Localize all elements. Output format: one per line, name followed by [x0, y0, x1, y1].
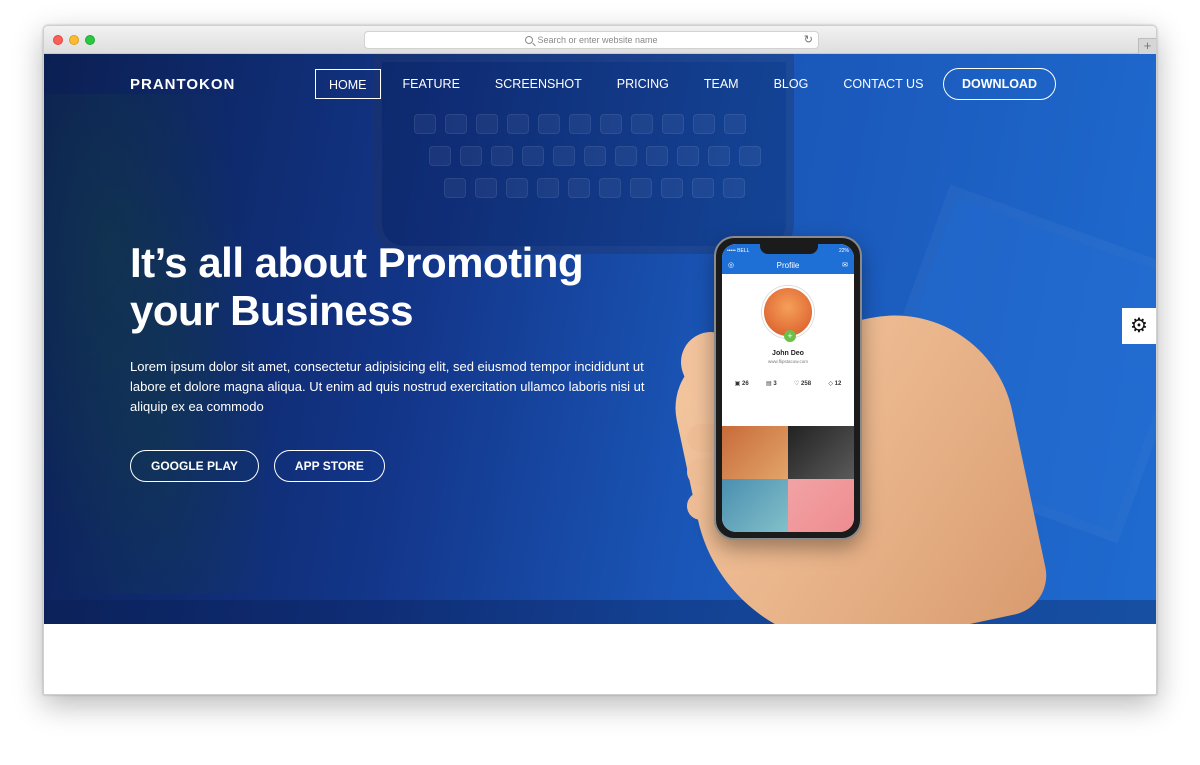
main-nav: HOME FEATURE SCREENSHOT PRICING TEAM BLO…: [315, 69, 945, 99]
address-placeholder: Search or enter website name: [537, 35, 658, 45]
profile-stats: ▣ 26 ▤ 3 ♡ 258 ◇ 12: [722, 380, 854, 387]
profile-site: www.flipstacow.com: [767, 359, 808, 364]
phone-notch: [760, 244, 818, 254]
key-row: [444, 178, 745, 200]
hero-buttons: GOOGLE PLAY APP STORE: [130, 450, 385, 482]
stat-likes: 258: [801, 381, 812, 387]
nav-blog[interactable]: BLOG: [761, 69, 822, 99]
close-window-button[interactable]: [53, 35, 63, 45]
photo-tile: [788, 479, 854, 532]
nav-home[interactable]: HOME: [315, 69, 381, 99]
tag-icon: ◇ 12: [828, 381, 842, 387]
gear-icon[interactable]: ⚙: [1122, 308, 1156, 344]
nav-team[interactable]: TEAM: [691, 69, 752, 99]
photo-tile: [722, 426, 788, 479]
stat-works: 3: [773, 381, 777, 387]
add-icon: +: [784, 330, 796, 342]
avatar: +: [762, 286, 814, 342]
key-row: [429, 146, 761, 168]
profile-name: John Deo: [772, 350, 804, 357]
phone-mockup: ••••• BELL 4:21 PM 22% ◎ Profile ✉ + Joh…: [714, 236, 862, 540]
phone-appbar: ◎ Profile ✉: [722, 258, 854, 274]
download-button[interactable]: DOWNLOAD: [943, 68, 1056, 100]
battery-text: 22%: [838, 248, 849, 254]
headline-line-2: your Business: [130, 287, 413, 334]
reload-icon[interactable]: ↻: [804, 32, 813, 48]
stat-photos: 26: [742, 381, 749, 387]
hero-headline: It’s all about Promoting your Business: [130, 239, 650, 335]
brand-logo[interactable]: PRANTOKON: [130, 76, 235, 93]
nav-feature[interactable]: FEATURE: [390, 69, 473, 99]
google-play-button[interactable]: GOOGLE PLAY: [130, 450, 259, 482]
carrier-text: ••••• BELL: [727, 248, 750, 254]
maximize-window-button[interactable]: [85, 35, 95, 45]
plant-background: [44, 94, 264, 594]
hero-section: PRANTOKON HOME FEATURE SCREENSHOT PRICIN…: [44, 54, 1156, 624]
briefcase-icon: ▤ 3: [766, 381, 777, 387]
mail-icon: ✉: [842, 262, 848, 269]
minimize-window-button[interactable]: [69, 35, 79, 45]
photo-tile: [722, 479, 788, 532]
key-row: [414, 114, 746, 136]
heart-icon: ♡ 258: [794, 381, 812, 387]
hero-paragraph: Lorem ipsum dolor sit amet, consectetur …: [130, 359, 645, 414]
search-icon: [525, 36, 534, 44]
address-bar[interactable]: Search or enter website name ↻: [364, 31, 819, 49]
nav-screenshot[interactable]: SCREENSHOT: [482, 69, 595, 99]
nav-pricing[interactable]: PRICING: [604, 69, 682, 99]
headline-line-1: It’s all about Promoting: [130, 239, 584, 286]
browser-titlebar: Search or enter website name ↻ +: [44, 26, 1156, 54]
stat-tags: 12: [834, 381, 842, 387]
browser-window: Search or enter website name ↻ + PRANTOK…: [43, 25, 1157, 695]
phone-title: Profile: [776, 261, 800, 270]
image-icon: ▣ 26: [734, 381, 749, 387]
phone-screen: ••••• BELL 4:21 PM 22% ◎ Profile ✉ + Joh…: [722, 244, 854, 532]
new-tab-button[interactable]: +: [1138, 38, 1156, 54]
photo-tile: [788, 426, 854, 479]
settings-circle-icon: ◎: [728, 262, 735, 269]
photo-grid: [722, 426, 854, 532]
nav-contact-us[interactable]: CONTACT US: [830, 69, 936, 99]
app-store-button[interactable]: APP STORE: [273, 450, 385, 482]
